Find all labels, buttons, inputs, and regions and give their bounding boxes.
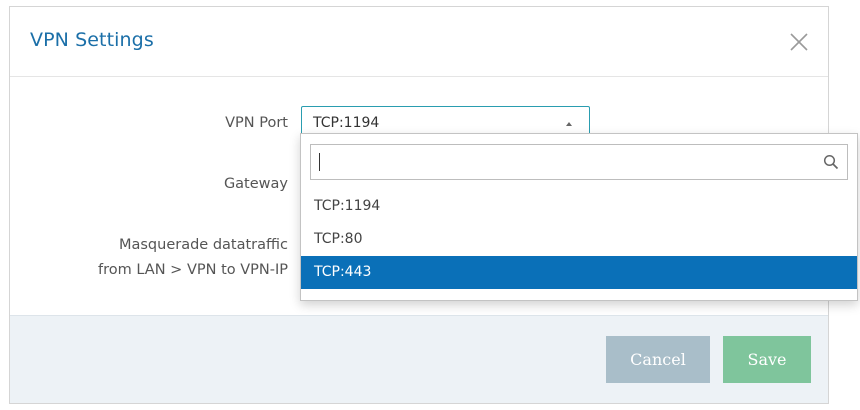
- dialog-title: VPN Settings: [30, 29, 154, 51]
- dropdown-option-tcp-443[interactable]: TCP:443: [301, 256, 857, 289]
- dropdown-option-tcp-80[interactable]: TCP:80: [301, 223, 857, 256]
- masquerade-label-line1: Masquerade datatraffic: [118, 237, 288, 253]
- search-icon: [823, 154, 839, 170]
- dialog-header: VPN Settings: [10, 7, 828, 77]
- vpn-port-selected-value: TCP:1194: [313, 115, 380, 131]
- close-icon[interactable]: [788, 31, 810, 53]
- save-button[interactable]: Save: [723, 336, 811, 383]
- dropdown-search-box[interactable]: [310, 144, 848, 180]
- text-cursor: [319, 153, 320, 171]
- masquerade-label-line2: from LAN > VPN to VPN-IP: [98, 262, 288, 278]
- gateway-label: Gateway: [223, 176, 288, 192]
- vpn-port-dropdown: TCP:1194 TCP:80 TCP:443: [300, 133, 858, 301]
- caret-up-icon: [566, 122, 572, 126]
- dropdown-option-tcp-1194[interactable]: TCP:1194: [301, 190, 857, 223]
- dialog-footer: Cancel Save: [10, 315, 828, 403]
- cancel-button[interactable]: Cancel: [606, 336, 710, 383]
- vpn-port-label: VPN Port: [225, 115, 288, 131]
- dropdown-search-input[interactable]: [317, 149, 821, 177]
